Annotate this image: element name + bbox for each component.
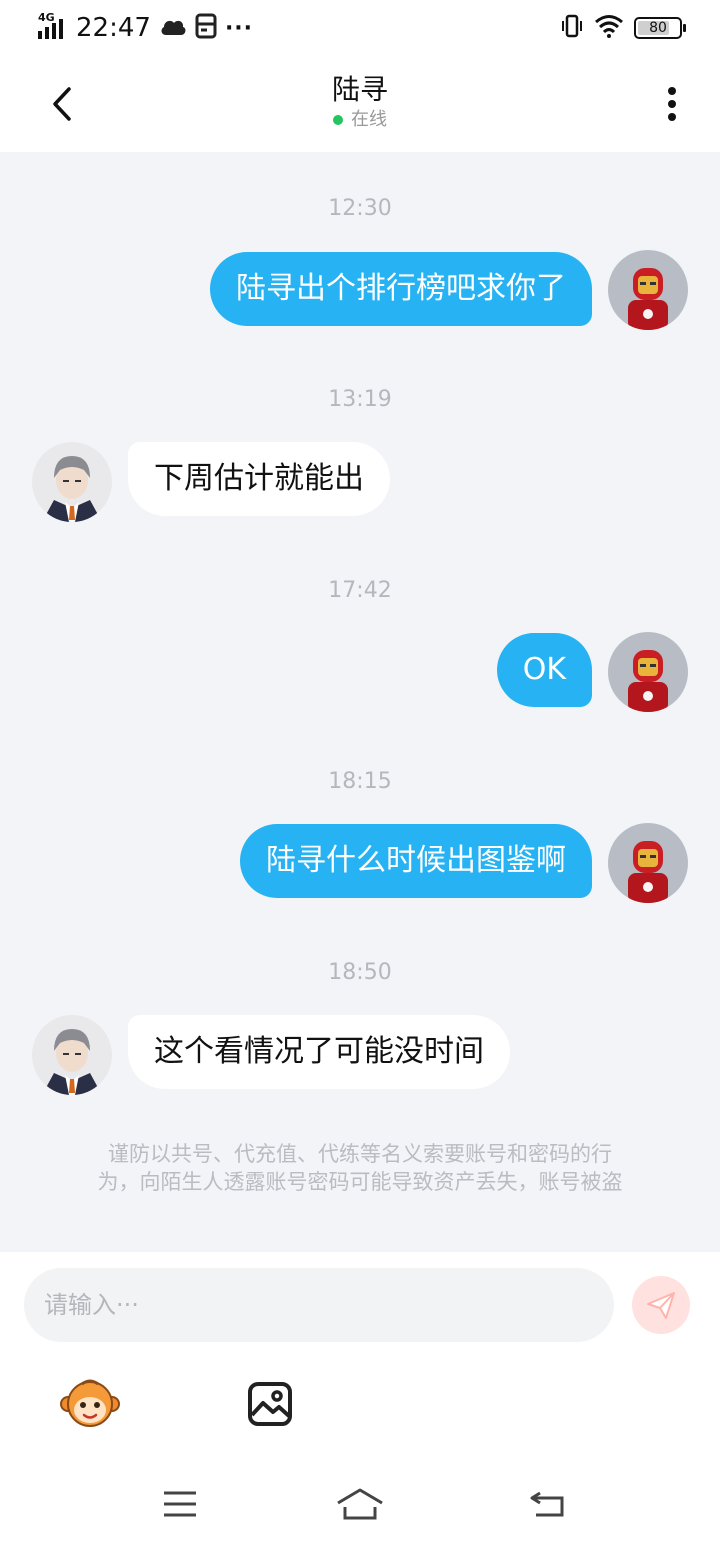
- monkey-emoji-icon: [60, 1379, 120, 1427]
- avatar-contact[interactable]: [32, 1015, 112, 1095]
- message-bubble-outgoing[interactable]: OK: [496, 633, 592, 707]
- status-time: 22:47: [76, 13, 151, 43]
- online-status: 在线: [333, 108, 387, 132]
- system-navigation-bar: [0, 1462, 720, 1544]
- online-dot: [333, 115, 343, 125]
- iron-man-avatar-icon: [608, 823, 688, 903]
- menu-nav-button[interactable]: [156, 1484, 204, 1524]
- timestamp: 13:19: [328, 387, 392, 412]
- return-icon: [530, 1491, 564, 1517]
- timestamp: 12:30: [328, 196, 392, 221]
- status-bar-right: 80: [560, 12, 686, 44]
- home-nav-button[interactable]: [336, 1484, 384, 1524]
- anime-character-avatar-icon: [32, 442, 112, 522]
- message-bubble-incoming[interactable]: 这个看情况了可能没时间: [128, 1015, 510, 1089]
- iron-man-avatar-icon: [608, 250, 688, 330]
- back-nav-button[interactable]: [524, 1484, 572, 1524]
- home-icon: [337, 1488, 383, 1520]
- more-vertical-icon: [668, 87, 676, 121]
- battery-icon: 80: [634, 17, 686, 39]
- iron-man-avatar-icon: [608, 632, 688, 712]
- anime-character-avatar-icon: [32, 1015, 112, 1095]
- image-icon: [248, 1382, 292, 1426]
- vibrate-icon: [560, 13, 584, 43]
- message-bubble-outgoing[interactable]: 陆寻出个排行榜吧求你了: [210, 252, 592, 326]
- chat-area[interactable]: 12:30 陆寻出个排行榜吧求你了 13:19 下周估计就能出 17:42 OK: [0, 152, 720, 1252]
- avatar-self[interactable]: [608, 250, 688, 330]
- avatar-contact[interactable]: [32, 442, 112, 522]
- security-notice: 谨防以共号、代充值、代练等名义索要账号和密码的行 为，向陌生人透露账号密码可能导…: [56, 1140, 664, 1196]
- security-notice-line: 谨防以共号、代充值、代练等名义索要账号和密码的行: [108, 1142, 612, 1166]
- message-bubble-outgoing[interactable]: 陆寻什么时候出图鉴啊: [240, 824, 592, 898]
- contact-name: 陆寻: [331, 73, 388, 106]
- status-bar-left: 4G 22:47 ···: [38, 11, 254, 44]
- timestamp: 18:15: [328, 769, 392, 794]
- message-input[interactable]: [24, 1268, 614, 1342]
- security-notice-line: 为，向陌生人透露账号密码可能导致资产丢失，账号被盗: [97, 1170, 623, 1194]
- online-status-text: 在线: [351, 109, 387, 130]
- send-button[interactable]: [632, 1276, 690, 1334]
- timestamp: 17:42: [328, 578, 392, 603]
- timestamp: 18:50: [328, 960, 392, 985]
- avatar-self[interactable]: [608, 632, 688, 712]
- more-options-button[interactable]: [652, 80, 692, 128]
- menu-icon: [164, 1491, 196, 1517]
- emoji-button[interactable]: [58, 1372, 122, 1436]
- more-notifications-icon: ···: [224, 15, 254, 41]
- wifi-icon: [594, 14, 624, 42]
- storage-icon: [195, 13, 217, 43]
- image-button[interactable]: [238, 1372, 302, 1436]
- composer-panel: [0, 1252, 720, 1544]
- cloud-icon: [159, 15, 187, 41]
- status-bar: 4G 22:47 ··· 80: [0, 0, 720, 56]
- battery-level: 80: [649, 20, 667, 36]
- avatar-self[interactable]: [608, 823, 688, 903]
- signal-icon: 4G: [38, 11, 68, 41]
- send-icon: [647, 1292, 675, 1319]
- message-bubble-incoming[interactable]: 下周估计就能出: [128, 442, 390, 516]
- chat-header: 陆寻 在线: [0, 56, 720, 152]
- title-wrap: 陆寻 在线: [0, 72, 720, 132]
